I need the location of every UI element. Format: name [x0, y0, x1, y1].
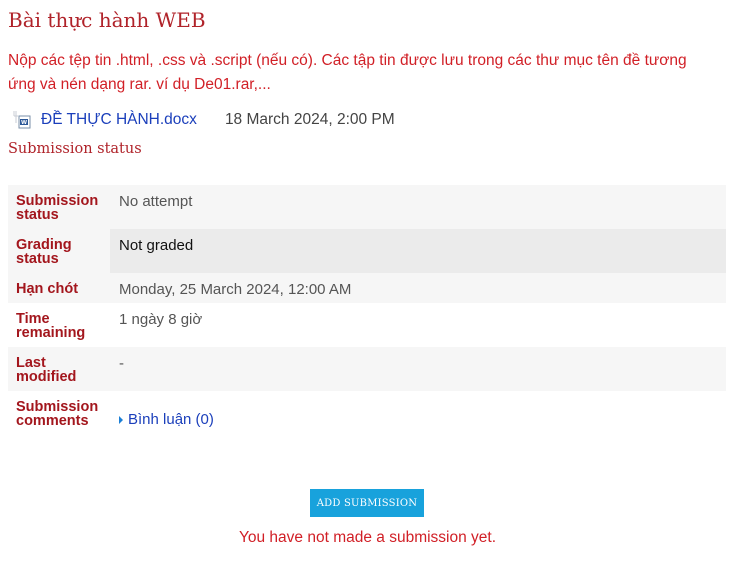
comments-toggle[interactable]: Bình luận (0): [119, 411, 214, 429]
submission-comments-cell: Bình luận (0): [110, 391, 726, 457]
row-label: Last modified: [8, 347, 110, 391]
word-document-icon: W: [12, 110, 34, 130]
submission-status-heading: Submission status: [8, 141, 142, 157]
assignment-page: Bài thực hành WEB Nộp các tệp tin .html,…: [0, 0, 735, 573]
table-row: Last modified -: [8, 347, 726, 391]
row-label: Hạn chót: [8, 273, 110, 303]
attachment-date: 18 March 2024, 2:00 PM: [224, 111, 395, 128]
submission-status-table: Submission status No attempt Grading sta…: [8, 185, 726, 457]
table-row: Submission status No attempt: [8, 185, 726, 229]
table-row: Hạn chót Monday, 25 March 2024, 12:00 AM: [8, 273, 726, 303]
last-modified-value: -: [110, 347, 726, 391]
intro-line: ứng và nén dạng rar. ví dụ De01.rar,...: [8, 76, 271, 93]
row-label: Grading status: [8, 229, 110, 273]
table-row: Time remaining 1 ngày 8 giờ: [8, 303, 726, 347]
row-label: Submission comments: [8, 391, 110, 457]
table-row: Submission comments Bình luận (0): [8, 391, 726, 457]
submission-status-value: No attempt: [110, 185, 726, 229]
intro-line: Nộp các tệp tin .html, .css và .script (…: [8, 52, 687, 69]
attachment-link[interactable]: ĐỀ THỰC HÀNH.docx: [41, 111, 197, 129]
comments-link[interactable]: Bình luận (0): [128, 411, 214, 429]
attachment-row: W ĐỀ THỰC HÀNH.docx 18 March 2024, 2:00 …: [12, 108, 395, 132]
page-title: Bài thực hành WEB: [8, 8, 206, 32]
row-label: Submission status: [8, 185, 110, 229]
time-remaining-value: 1 ngày 8 giờ: [110, 303, 726, 347]
grading-status-value: Not graded: [110, 229, 726, 273]
due-date-value: Monday, 25 March 2024, 12:00 AM: [110, 273, 726, 303]
assignment-intro: Nộp các tệp tin .html, .css và .script (…: [8, 49, 728, 97]
row-label: Time remaining: [8, 303, 110, 347]
add-submission-button[interactable]: Add submission: [310, 489, 424, 517]
no-submission-notice: You have not made a submission yet.: [238, 529, 497, 546]
table-row: Grading status Not graded: [8, 229, 726, 273]
svg-text:W: W: [21, 120, 27, 126]
caret-right-icon: [119, 416, 123, 424]
